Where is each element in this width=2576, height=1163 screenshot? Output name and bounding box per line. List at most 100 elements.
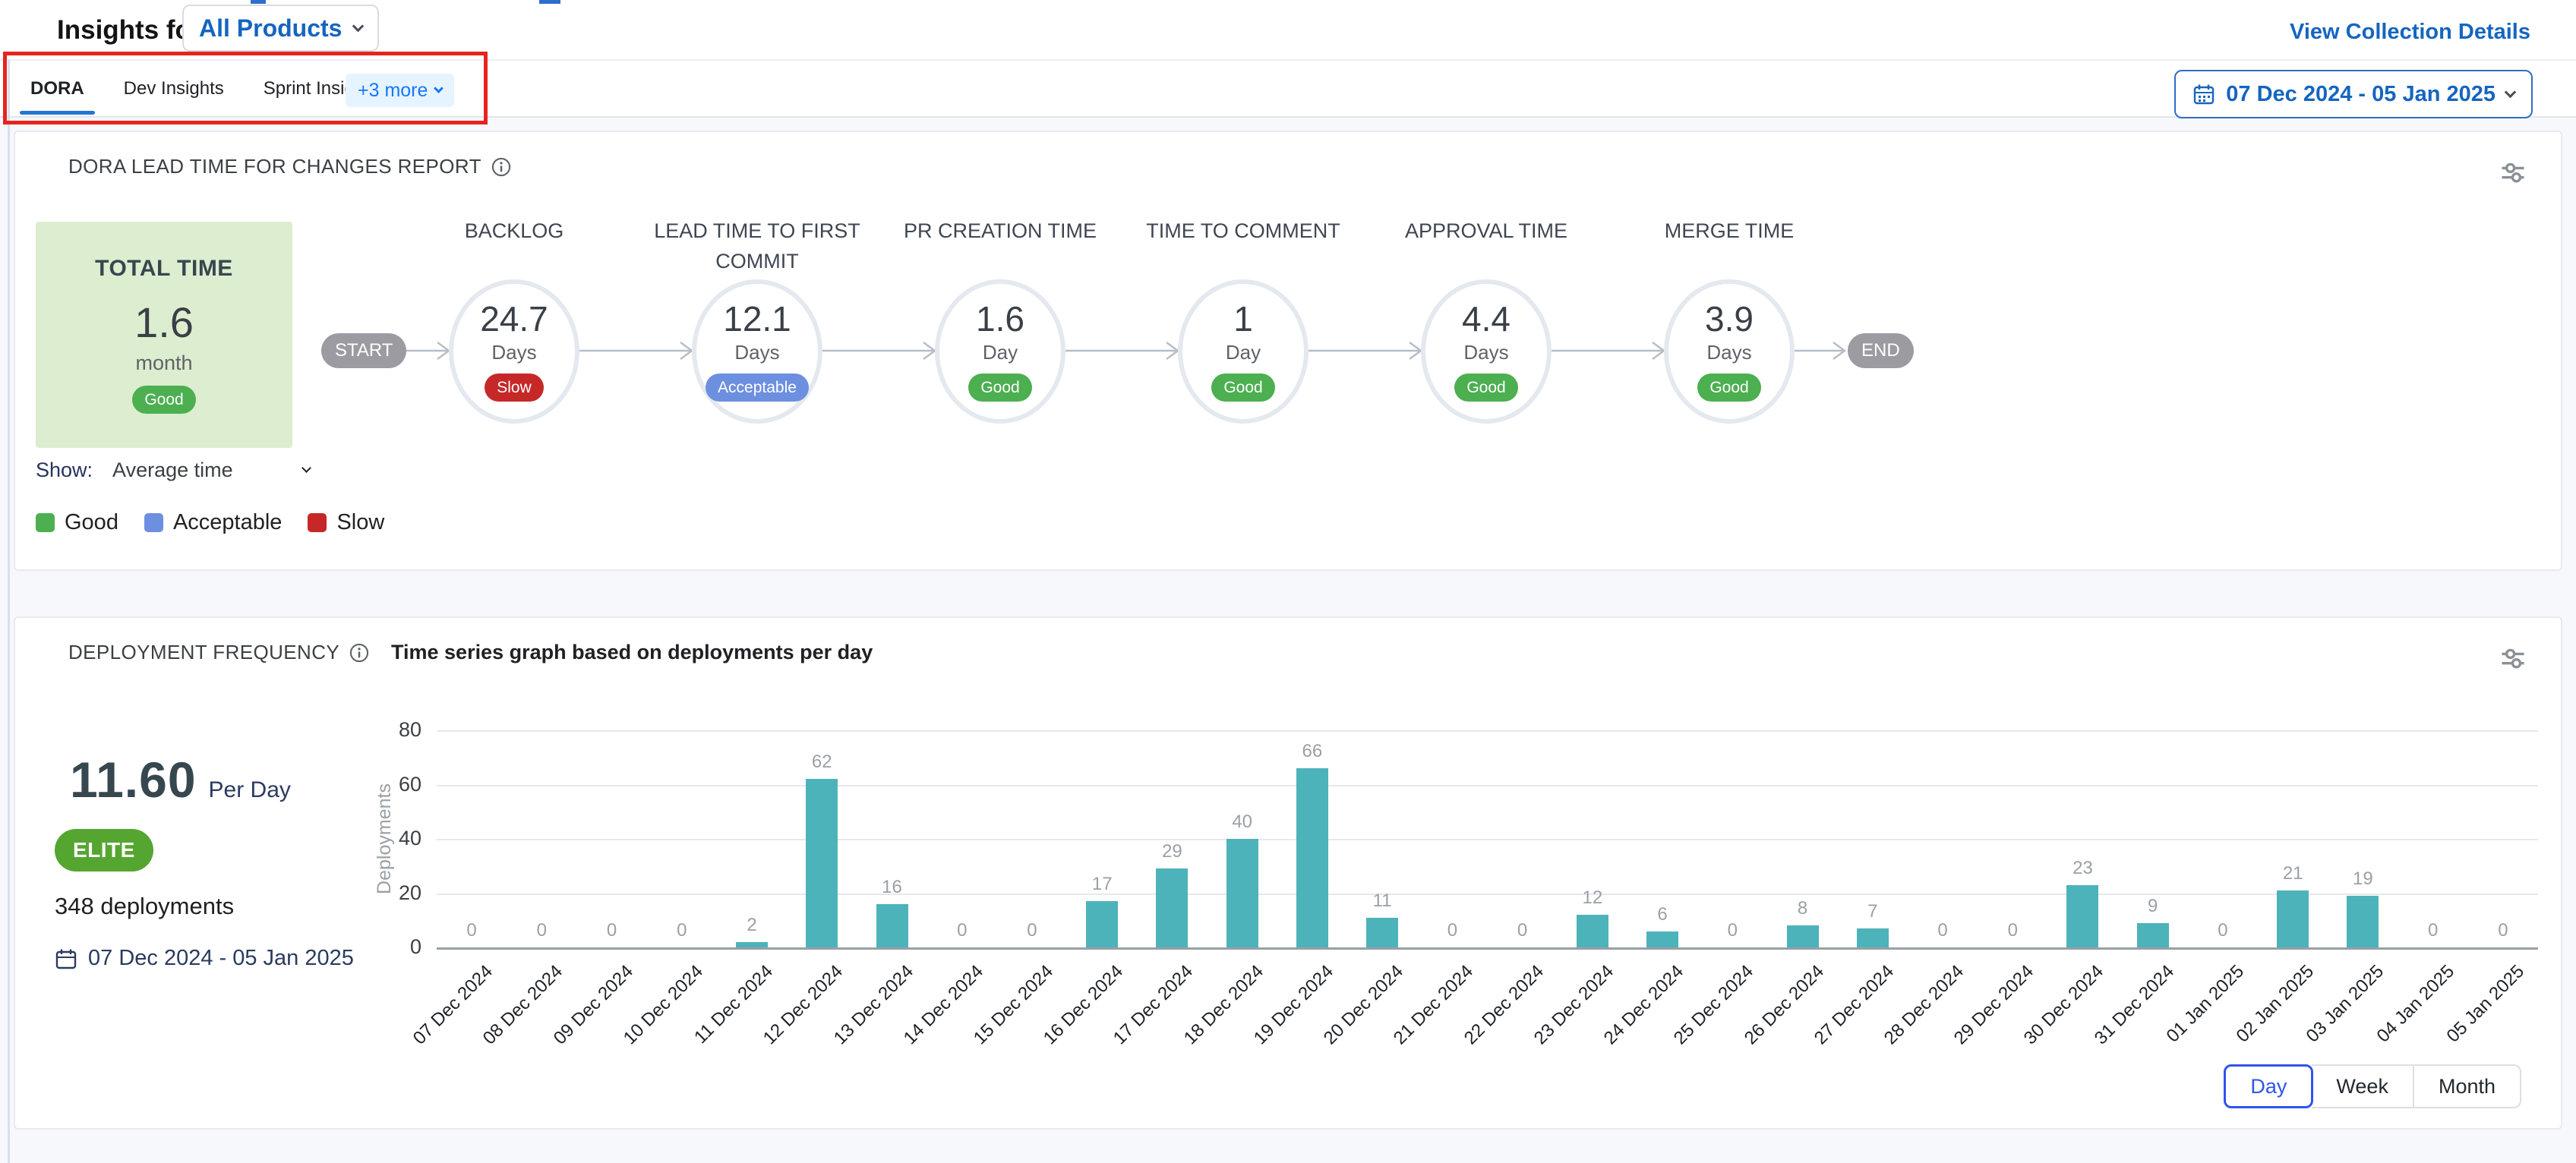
chart-bar[interactable] (1296, 768, 1328, 947)
x-axis-label: 17 Dec 2024 (1054, 961, 1198, 1105)
flow-end-pill: END (1848, 333, 1914, 368)
stage-status-badge: Slow (485, 373, 544, 402)
x-axis-label: 21 Dec 2024 (1334, 961, 1479, 1105)
product-selector-value: All Products (199, 14, 342, 43)
chart-bar[interactable] (1857, 928, 1889, 947)
legend-item-slow: Slow (308, 510, 384, 535)
chart-bar[interactable] (2137, 923, 2169, 947)
bar-value-label: 16 (847, 877, 938, 898)
screenshot-artifact (539, 0, 560, 4)
x-axis-label: 27 Dec 2024 (1754, 961, 1899, 1105)
tab-dev-insights[interactable]: Dev Insights (124, 61, 224, 116)
x-axis-label: 15 Dec 2024 (914, 961, 1058, 1105)
chart-bar[interactable] (1646, 931, 1678, 947)
bar-value-label: 40 (1197, 812, 1288, 833)
legend-label: Slow (336, 510, 384, 535)
bar-value-label: 0 (1477, 920, 1568, 941)
legend-item-good: Good (36, 510, 118, 535)
page-title: Insights for (57, 15, 202, 46)
chart-bar[interactable] (736, 942, 768, 947)
stage-label-lead-time-to-first-commit: LEAD TIME TO FIRST COMMIT (636, 216, 879, 276)
granularity-month[interactable]: Month (2414, 1064, 2521, 1108)
chart-area: Deployments 020406080007 Dec 2024008 Dec… (15, 618, 2561, 1128)
tabs: DORADev InsightsSprint Insights (30, 61, 379, 116)
stage-label-approval-time: APPROVAL TIME (1365, 216, 1608, 246)
x-axis-label: 20 Dec 2024 (1264, 961, 1408, 1105)
y-tick-80: 80 (304, 718, 421, 742)
bar-value-label: 0 (1687, 920, 1778, 941)
stage-circle-time-to-comment: 1DayGood (1178, 279, 1309, 424)
legend-item-acceptable: Acceptable (144, 510, 283, 535)
date-range-picker[interactable]: 07 Dec 2024 - 05 Jan 2025 (2174, 70, 2533, 118)
stage-label-pr-creation-time: PR CREATION TIME (879, 216, 1122, 246)
flow-start-pill: START (321, 333, 406, 368)
x-axis-label: 12 Dec 2024 (704, 961, 848, 1105)
legend-swatch (308, 513, 327, 532)
x-axis-label: 18 Dec 2024 (1124, 961, 1268, 1105)
chart-bar[interactable] (1577, 915, 1608, 947)
show-label: Show: (36, 459, 93, 482)
legend-label: Acceptable (173, 510, 283, 535)
bar-value-label: 19 (2317, 868, 2408, 890)
date-range-value: 07 Dec 2024 - 05 Jan 2025 (2226, 82, 2496, 107)
view-collection-details-link[interactable]: View Collection Details (2290, 20, 2530, 45)
bar-value-label: 0 (987, 920, 1078, 941)
x-axis-label: 26 Dec 2024 (1684, 961, 1829, 1105)
chart-bar[interactable] (876, 904, 908, 947)
dashboard-page: Insights for All Products View Collectio… (0, 0, 2576, 1163)
chart-bar[interactable] (1366, 918, 1398, 947)
status-legend: Good Acceptable Slow (36, 510, 384, 535)
stage-unit: Day (983, 341, 1018, 364)
stage-circle-merge-time: 3.9DaysGood (1664, 279, 1795, 424)
chevron-down-icon (352, 20, 365, 32)
legend-label: Good (65, 510, 118, 535)
bar-value-label: 2 (706, 915, 797, 936)
stage-unit: Days (491, 341, 536, 364)
stage-status-badge: Good (1454, 373, 1517, 402)
x-axis-label: 29 Dec 2024 (1895, 961, 2039, 1105)
x-axis-label: 25 Dec 2024 (1615, 961, 1759, 1105)
stage-unit: Days (734, 341, 779, 364)
product-selector-dropdown[interactable]: All Products (182, 5, 379, 52)
legend-swatch (36, 513, 55, 532)
gridline-20 (437, 894, 2538, 895)
y-tick-20: 20 (304, 881, 421, 905)
legend-swatch (144, 513, 163, 532)
chart-bar[interactable] (1787, 925, 1819, 947)
bar-value-label: 0 (2458, 920, 2549, 941)
bar-value-label: 62 (776, 752, 867, 773)
chart-bar[interactable] (806, 779, 838, 947)
show-metric-dropdown[interactable]: Show: Average time (36, 459, 310, 482)
x-axis-label: 10 Dec 2024 (564, 961, 708, 1105)
more-tabs-button[interactable]: +3 more (346, 74, 454, 107)
stage-circle-approval-time: 4.4DaysGood (1421, 279, 1552, 424)
stage-unit: Days (1706, 341, 1751, 364)
y-tick-0: 0 (304, 935, 421, 959)
chart-bar[interactable] (1156, 868, 1188, 947)
tab-dora[interactable]: DORA (30, 61, 84, 116)
granularity-toggle: DayWeekMonth (2224, 1064, 2521, 1108)
stage-status-badge: Good (968, 373, 1031, 402)
gridline-0 (437, 947, 2538, 950)
bar-value-label: 0 (1967, 920, 2058, 941)
stage-label-merge-time: MERGE TIME (1608, 216, 1851, 246)
granularity-week[interactable]: Week (2312, 1064, 2414, 1108)
tabs-bar: DORADev InsightsSprint Insights +3 more … (0, 59, 2576, 118)
chart-bar[interactable] (2347, 896, 2379, 947)
x-axis-label: 22 Dec 2024 (1404, 961, 1548, 1105)
granularity-day[interactable]: Day (2224, 1064, 2313, 1108)
chart-bar[interactable] (2277, 890, 2309, 947)
stage-circle-pr-creation-time: 1.6DayGood (935, 279, 1065, 424)
y-tick-60: 60 (304, 773, 421, 796)
chart-bar[interactable] (1086, 901, 1118, 947)
bar-value-label: 17 (1056, 874, 1148, 895)
chevron-down-icon (2505, 86, 2517, 98)
x-axis-label: 13 Dec 2024 (774, 961, 918, 1105)
x-axis-label: 24 Dec 2024 (1544, 961, 1688, 1105)
x-axis-label: 11 Dec 2024 (633, 961, 778, 1105)
chart-bar[interactable] (2066, 885, 2098, 947)
chart-bar[interactable] (1226, 839, 1258, 947)
stage-circle-lead-time-to-first-commit: 12.1DaysAcceptable (692, 279, 822, 424)
stage-unit: Days (1463, 341, 1508, 364)
bar-value-label: 11 (1337, 890, 1428, 912)
